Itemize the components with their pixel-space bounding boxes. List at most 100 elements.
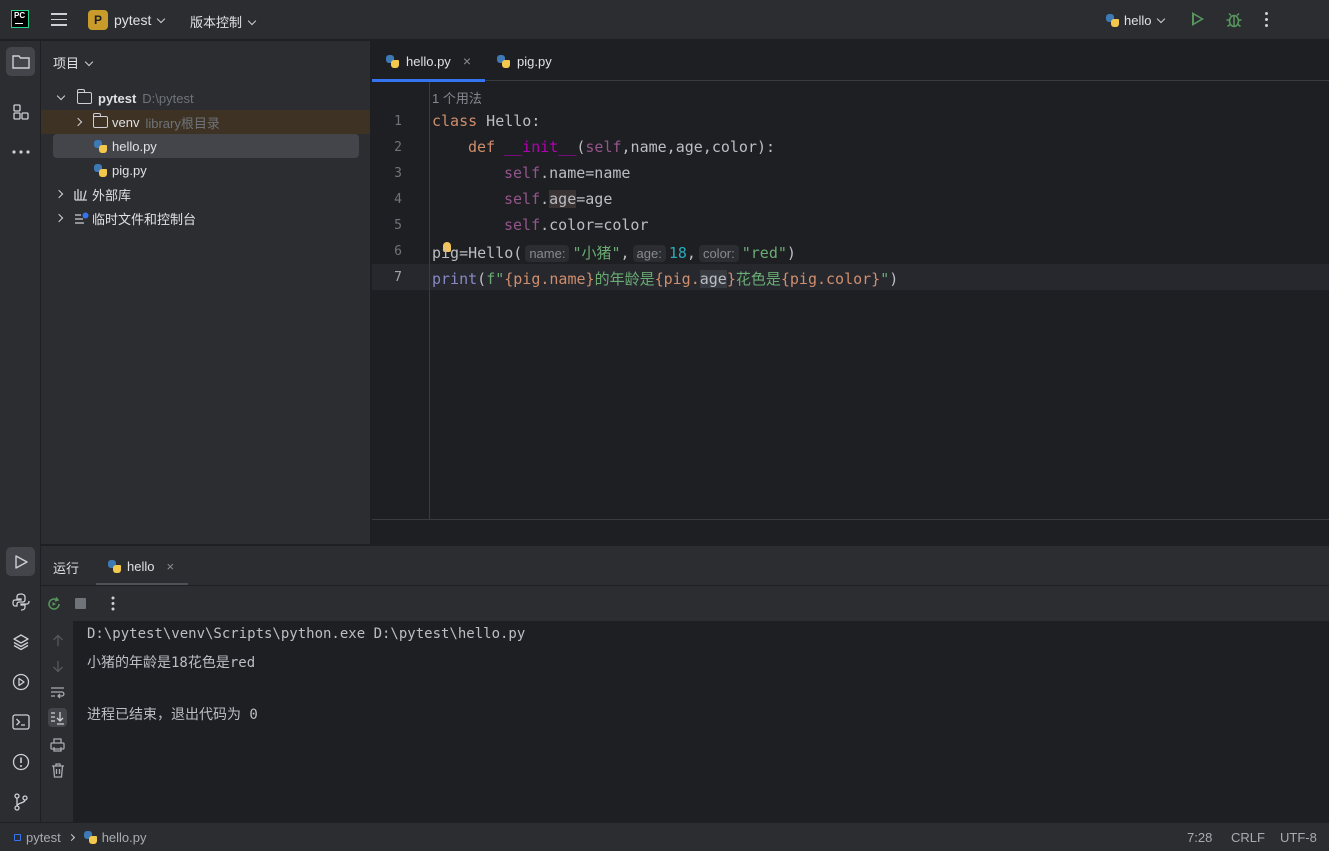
status-bar: pytest hello.py 7:28 CRLF UTF-8	[0, 822, 1329, 851]
run-config-selector[interactable]: hello	[1106, 12, 1166, 28]
project-tool-button[interactable]	[6, 47, 35, 76]
run-tool-button[interactable]	[6, 547, 35, 576]
tree-item-path: D:\pytest	[142, 90, 194, 106]
code-line-1[interactable]: class Hello:	[432, 112, 540, 130]
structure-icon	[12, 103, 29, 120]
code-token: }	[726, 270, 736, 288]
code-token: (	[477, 270, 487, 288]
problems-button[interactable]	[6, 747, 35, 776]
python-icon	[94, 163, 107, 177]
tree-item-pytest[interactable]: pytest D:\pytest	[41, 86, 370, 110]
project-name: pytest	[114, 12, 152, 28]
more-actions-icon[interactable]	[1265, 12, 1269, 30]
project-badge[interactable]: P	[88, 10, 108, 30]
debug-button[interactable]	[1226, 11, 1242, 28]
trash-icon[interactable]	[48, 761, 67, 780]
arrow-down-icon[interactable]	[48, 657, 67, 676]
more-actions-icon[interactable]	[111, 596, 115, 611]
arrow-up-icon[interactable]	[48, 631, 67, 650]
main-menu-icon[interactable]	[51, 13, 67, 26]
run-side-toolbar	[41, 621, 74, 822]
folder-icon	[92, 113, 108, 128]
line-number: 4	[394, 192, 402, 207]
code-token: pig=Hello(	[432, 244, 523, 262]
structure-tool-button[interactable]	[6, 97, 35, 126]
terminal-button[interactable]	[6, 707, 35, 736]
run-tab-hello[interactable]: hello ×	[96, 546, 188, 586]
caret-position[interactable]: 7:28	[1187, 830, 1212, 845]
code-token: def	[468, 138, 496, 156]
chevron-right-icon	[54, 213, 64, 223]
tree-item-hello-py[interactable]: hello.py	[53, 134, 359, 158]
pycharm-logo-icon[interactable]: PC	[11, 10, 29, 28]
breadcrumb-item-pytest[interactable]: pytest	[26, 830, 61, 845]
line-number: 5	[394, 218, 402, 233]
run-button[interactable]	[1192, 12, 1204, 26]
breadcrumb: pytest hello.py	[14, 830, 147, 845]
folder-icon	[11, 55, 30, 69]
tree-item-external-libs[interactable]: 外部库	[41, 182, 370, 206]
tab-pig-py[interactable]: pig.py	[497, 41, 552, 81]
code-token: =age	[576, 190, 613, 208]
services-button[interactable]	[6, 667, 35, 696]
code-line-6[interactable]: pig=Hello(name: "小猪", age: 18, color: "red")	[432, 242, 796, 263]
editor-tabs: hello.py × pig.py	[372, 41, 1329, 82]
scroll-to-end-icon[interactable]	[48, 708, 67, 727]
python-console-button[interactable]	[6, 587, 35, 616]
chevron-down-icon	[1157, 14, 1166, 24]
line-separator[interactable]: CRLF	[1231, 830, 1265, 845]
code-token: self	[585, 138, 622, 156]
layers-icon	[12, 633, 29, 650]
code-token: 18	[668, 244, 687, 262]
code-token: age	[699, 270, 727, 288]
breadcrumb-item-hello-py[interactable]: hello.py	[102, 830, 147, 845]
code-line-5[interactable]: self.color=color	[504, 216, 649, 234]
vcs-menu[interactable]: 版本控制	[190, 12, 257, 31]
python-icon	[497, 54, 510, 68]
param-hint: name:	[525, 245, 570, 262]
code-token: .name=name	[540, 164, 631, 182]
code-token: "	[880, 270, 890, 288]
more-dots-icon	[11, 149, 30, 154]
chevron-down-icon	[157, 14, 166, 24]
project-panel-title[interactable]: 项目	[53, 53, 94, 72]
close-icon[interactable]: ×	[166, 559, 174, 574]
stop-icon[interactable]	[75, 598, 86, 609]
code-token: f"	[486, 270, 505, 288]
tab-hello-py[interactable]: hello.py ×	[372, 41, 485, 82]
tree-item-label: pig.py	[112, 162, 147, 178]
scratches-icon	[75, 212, 89, 224]
tree-item-venv[interactable]: venv library根目录	[41, 110, 370, 134]
code-line-7[interactable]: print(f"{pig.name}的年龄是{pig.age}花色是{pig.c…	[432, 268, 898, 289]
git-branch-icon	[13, 792, 28, 811]
usage-hint[interactable]: 1 个用法	[432, 88, 482, 107]
code-line-3[interactable]: self.name=name	[504, 164, 630, 182]
code-token: {pig.color}	[780, 270, 881, 288]
code-token: )	[786, 244, 796, 262]
tree-item-label: venv	[112, 114, 140, 130]
code-token: )	[889, 270, 899, 288]
code-token: 花色是	[735, 270, 781, 288]
close-icon[interactable]: ×	[463, 53, 471, 69]
tree-item-scratches[interactable]: 临时文件和控制台	[41, 206, 370, 230]
more-tools-button[interactable]	[6, 137, 35, 166]
code-token: .color=color	[540, 216, 649, 234]
chevron-right-icon	[67, 833, 75, 842]
code-line-4[interactable]: self.age=age	[504, 190, 612, 208]
services-icon	[12, 673, 29, 690]
chevron-down-icon	[56, 91, 66, 101]
code-line-2[interactable]: def __init__(self,name,age,color):	[468, 138, 775, 156]
chevron-right-icon	[54, 189, 64, 199]
soft-wrap-icon[interactable]	[48, 683, 67, 702]
print-icon[interactable]	[48, 735, 67, 754]
tree-item-pig-py[interactable]: pig.py	[41, 158, 370, 182]
git-button[interactable]	[6, 787, 35, 816]
rerun-icon[interactable]	[47, 597, 61, 611]
console-line: 进程已结束，退出代码为 0	[87, 707, 258, 723]
console-output[interactable]: D:\pytest\venv\Scripts\python.exe D:\pyt…	[74, 621, 1329, 822]
python-packages-button[interactable]	[6, 627, 35, 656]
left-toolbar	[0, 41, 41, 822]
chevron-down-icon	[84, 57, 94, 67]
file-encoding[interactable]: UTF-8	[1280, 830, 1317, 845]
project-switcher[interactable]: pytest	[114, 12, 166, 28]
